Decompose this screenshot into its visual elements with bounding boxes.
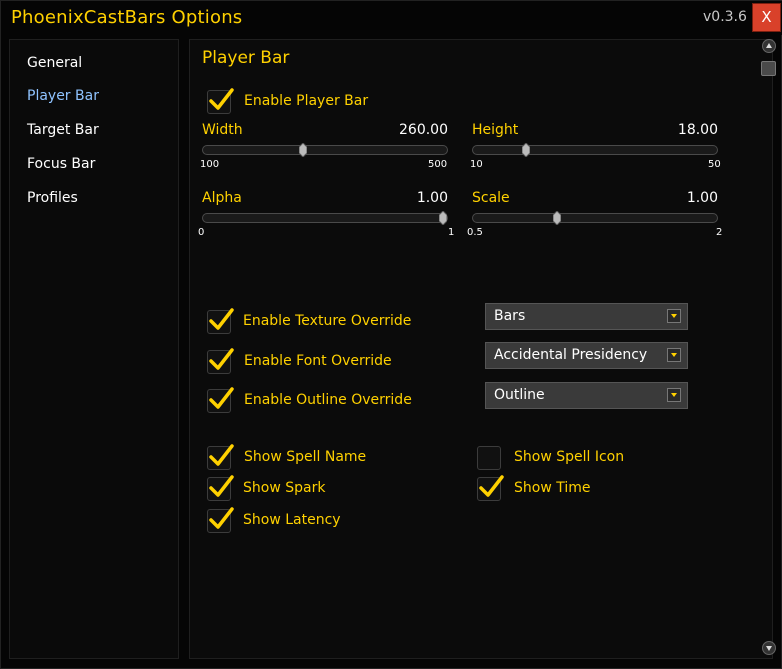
show-spark-label: Show Spark bbox=[243, 480, 326, 496]
scrollbar-thumb[interactable] bbox=[761, 61, 776, 76]
player-bar-panel: Player Bar Enable Player Bar Width 260.0… bbox=[189, 39, 773, 659]
show-spell-name-label: Show Spell Name bbox=[244, 449, 367, 465]
show-time-label: Show Time bbox=[514, 480, 591, 496]
chevron-down-icon[interactable] bbox=[667, 309, 681, 323]
outline-dropdown-value: Outline bbox=[494, 387, 545, 403]
chevron-down-icon[interactable] bbox=[667, 348, 681, 362]
show-spell-icon-checkbox[interactable] bbox=[477, 446, 501, 470]
show-spark-checkbox[interactable] bbox=[207, 475, 234, 501]
slider-thumb[interactable] bbox=[439, 211, 447, 225]
slider-thumb[interactable] bbox=[553, 211, 561, 225]
texture-dropdown-value: Bars bbox=[494, 308, 526, 324]
checkmark-icon bbox=[209, 475, 234, 497]
width-min: 100 bbox=[200, 159, 220, 170]
sidebar-item-focus-bar[interactable]: Focus Bar bbox=[27, 156, 95, 172]
window-title: PhoenixCastBars Options bbox=[11, 7, 243, 28]
texture-dropdown[interactable]: Bars bbox=[485, 303, 688, 330]
width-value: 260.00 bbox=[399, 122, 448, 138]
texture-override-checkbox[interactable] bbox=[207, 308, 234, 334]
checkmark-icon bbox=[209, 507, 234, 529]
enable-player-bar-label: Enable Player Bar bbox=[244, 93, 369, 109]
width-label: Width bbox=[202, 122, 243, 138]
title-bar: PhoenixCastBars Options v0.3.6 X bbox=[1, 1, 782, 35]
show-spell-icon-label: Show Spell Icon bbox=[514, 449, 625, 465]
checkmark-icon bbox=[209, 308, 234, 330]
sidebar-item-general[interactable]: General bbox=[27, 55, 82, 71]
scale-min: 0.5 bbox=[467, 227, 483, 238]
options-window: PhoenixCastBars Options v0.3.6 X General… bbox=[0, 0, 782, 669]
show-latency-checkbox[interactable] bbox=[207, 507, 234, 533]
font-override-label: Enable Font Override bbox=[244, 353, 392, 369]
slider-thumb[interactable] bbox=[298, 143, 307, 157]
outline-dropdown[interactable]: Outline bbox=[485, 382, 688, 409]
scale-value: 1.00 bbox=[686, 190, 718, 206]
scroll-down-arrow-icon[interactable] bbox=[762, 641, 776, 655]
font-override-checkbox[interactable] bbox=[207, 348, 234, 374]
height-slider[interactable] bbox=[472, 143, 718, 157]
sidebar-item-profiles[interactable]: Profiles bbox=[27, 190, 78, 206]
show-latency-label: Show Latency bbox=[243, 512, 341, 528]
height-min: 10 bbox=[470, 159, 483, 170]
texture-override-label: Enable Texture Override bbox=[243, 313, 412, 329]
outline-override-checkbox[interactable] bbox=[207, 387, 234, 413]
scale-slider[interactable] bbox=[472, 211, 718, 225]
sidebar-item-target-bar[interactable]: Target Bar bbox=[27, 122, 99, 138]
sidebar-item-player-bar[interactable]: Player Bar bbox=[27, 88, 99, 104]
scroll-up-arrow-icon[interactable] bbox=[762, 39, 776, 53]
show-spell-name-checkbox[interactable] bbox=[207, 444, 234, 470]
alpha-label: Alpha bbox=[202, 190, 242, 206]
checkmark-icon bbox=[209, 387, 234, 409]
alpha-value: 1.00 bbox=[416, 190, 448, 206]
page-title: Player Bar bbox=[202, 48, 290, 68]
show-time-checkbox[interactable] bbox=[477, 475, 504, 501]
checkmark-icon bbox=[209, 348, 234, 370]
enable-player-bar-checkbox[interactable] bbox=[207, 88, 234, 114]
scale-label: Scale bbox=[472, 190, 510, 206]
outline-override-label: Enable Outline Override bbox=[244, 392, 412, 408]
checkmark-icon bbox=[209, 88, 234, 110]
alpha-slider[interactable] bbox=[202, 211, 448, 225]
height-value: 18.00 bbox=[677, 122, 718, 138]
alpha-max: 1 bbox=[448, 227, 455, 238]
version-label: v0.3.6 bbox=[703, 9, 747, 25]
checkmark-icon bbox=[479, 475, 504, 497]
scale-max: 2 bbox=[716, 227, 723, 238]
height-max: 50 bbox=[708, 159, 721, 170]
width-slider[interactable] bbox=[202, 143, 448, 157]
sidebar: General Player Bar Target Bar Focus Bar … bbox=[9, 39, 179, 659]
alpha-min: 0 bbox=[198, 227, 205, 238]
slider-thumb[interactable] bbox=[521, 143, 530, 157]
close-button[interactable]: X bbox=[752, 3, 781, 32]
font-dropdown-value: Accidental Presidency bbox=[494, 347, 648, 363]
width-max: 500 bbox=[428, 159, 448, 170]
height-label: Height bbox=[472, 122, 519, 138]
checkmark-icon bbox=[209, 444, 234, 466]
chevron-down-icon[interactable] bbox=[667, 388, 681, 402]
font-dropdown[interactable]: Accidental Presidency bbox=[485, 342, 688, 369]
